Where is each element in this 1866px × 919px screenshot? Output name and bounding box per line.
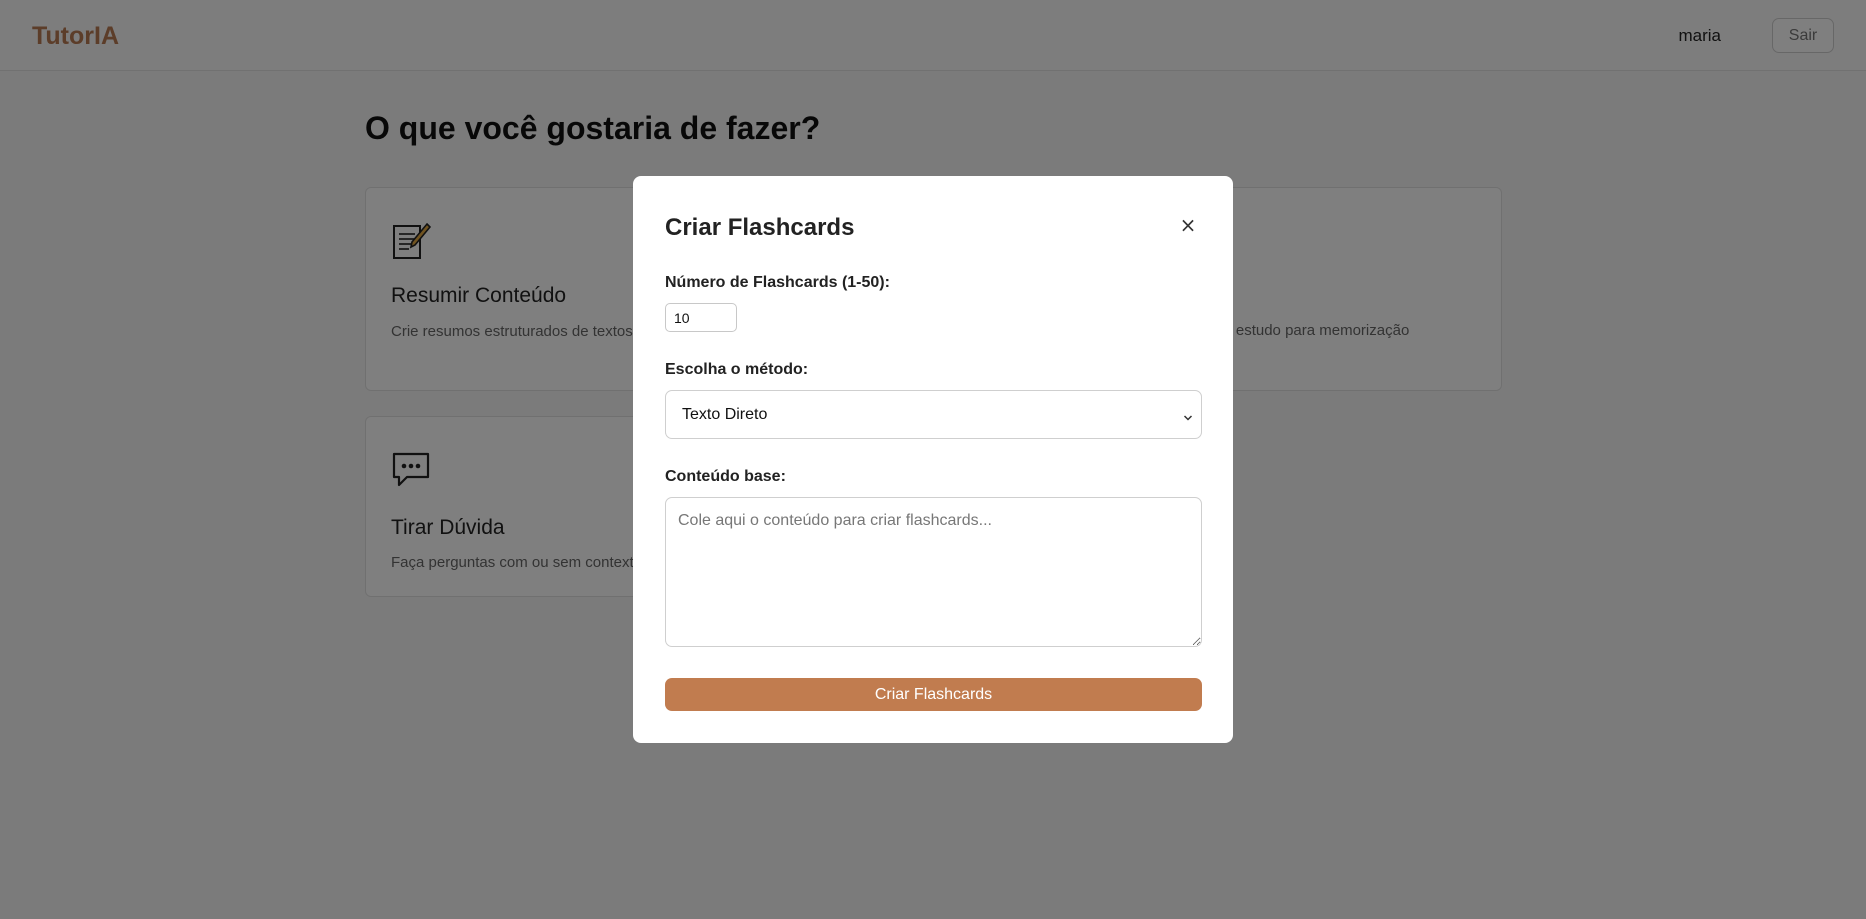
- chevron-down-icon: [1183, 410, 1193, 421]
- method-label: Escolha o método:: [665, 361, 809, 378]
- modal-title: Criar Flashcards: [665, 214, 855, 241]
- method-selected-value: Texto Direto: [682, 405, 768, 423]
- flashcards-modal: Criar Flashcards × Número de Flashcards …: [633, 176, 1233, 743]
- close-icon[interactable]: ×: [1179, 215, 1197, 235]
- flashcard-count-input[interactable]: [665, 303, 737, 332]
- method-select[interactable]: Texto Direto: [665, 390, 1202, 439]
- content-textarea[interactable]: [665, 497, 1202, 647]
- count-label: Número de Flashcards (1-50):: [665, 274, 890, 291]
- content-label: Conteúdo base:: [665, 468, 786, 485]
- create-flashcards-button[interactable]: Criar Flashcards: [665, 678, 1202, 711]
- modal-backdrop[interactable]: Criar Flashcards × Número de Flashcards …: [0, 0, 1866, 919]
